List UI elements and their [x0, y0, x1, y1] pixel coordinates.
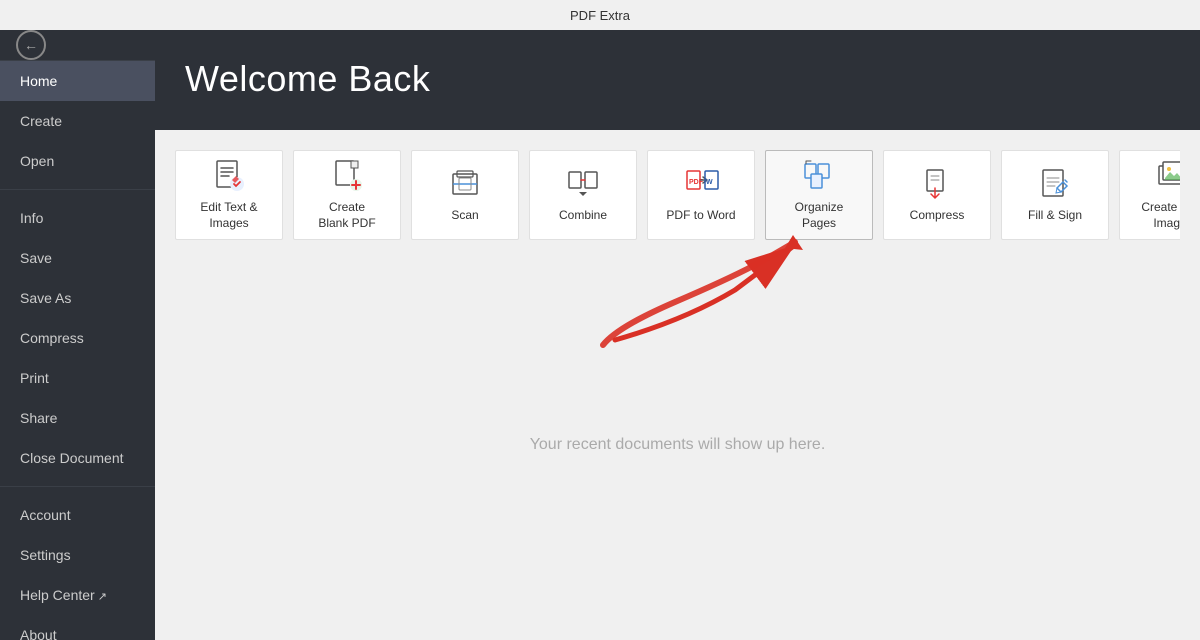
sidebar: ← Home Create Open Info Save Save As Com… — [0, 30, 155, 640]
create-blank-pdf-icon — [329, 158, 365, 194]
fill-sign-label: Fill & Sign — [1028, 208, 1082, 224]
combine-label: Combine — [559, 208, 607, 224]
organize-pages-label: OrganizePages — [795, 200, 844, 231]
title-bar: PDF Extra — [0, 0, 1200, 30]
compress-icon — [919, 166, 955, 202]
sidebar-item-help-center[interactable]: Help Center — [0, 575, 155, 615]
tool-create-from-images[interactable]: Create fromImages — [1119, 150, 1180, 240]
sidebar-item-settings[interactable]: Settings — [0, 535, 155, 575]
pdf-to-word-icon: PDF W — [683, 166, 719, 202]
sidebar-item-info[interactable]: Info — [0, 198, 155, 238]
tools-grid: Edit Text &Images CreateBlank PDF — [175, 150, 1180, 240]
tool-edit-text-images[interactable]: Edit Text &Images — [175, 150, 283, 240]
scan-icon — [447, 166, 483, 202]
create-from-images-icon — [1155, 158, 1180, 194]
sidebar-item-account[interactable]: Account — [0, 495, 155, 535]
recent-empty-text: Your recent documents will show up here. — [530, 436, 826, 454]
main-content: Welcome Back Edit Text &Images — [155, 30, 1200, 640]
scan-label: Scan — [451, 208, 478, 224]
tool-create-blank-pdf[interactable]: CreateBlank PDF — [293, 150, 401, 240]
sidebar-item-save-as[interactable]: Save As — [0, 278, 155, 318]
welcome-title: Welcome Back — [185, 58, 1170, 100]
fill-sign-icon — [1037, 166, 1073, 202]
tool-pdf-to-word[interactable]: PDF W PDF to Word — [647, 150, 755, 240]
sidebar-item-create[interactable]: Create — [0, 101, 155, 141]
combine-icon — [565, 166, 601, 202]
tool-organize-pages[interactable]: OrganizePages — [765, 150, 873, 240]
compress-label: Compress — [910, 208, 965, 224]
tools-area: Edit Text &Images CreateBlank PDF — [155, 130, 1200, 250]
svg-text:W: W — [706, 179, 713, 186]
edit-text-images-label: Edit Text &Images — [200, 200, 257, 231]
back-button[interactable]: ← — [16, 30, 46, 60]
tool-scan[interactable]: Scan — [411, 150, 519, 240]
tool-compress[interactable]: Compress — [883, 150, 991, 240]
back-icon: ← — [24, 37, 38, 53]
sidebar-item-save[interactable]: Save — [0, 238, 155, 278]
recent-area: Your recent documents will show up here. — [155, 250, 1200, 640]
create-blank-pdf-label: CreateBlank PDF — [318, 200, 375, 231]
sidebar-item-compress[interactable]: Compress — [0, 318, 155, 358]
pdf-to-word-label: PDF to Word — [666, 208, 735, 224]
edit-text-images-icon — [211, 158, 247, 194]
tool-fill-sign[interactable]: Fill & Sign — [1001, 150, 1109, 240]
sidebar-item-open[interactable]: Open — [0, 141, 155, 181]
sidebar-item-about[interactable]: About — [0, 615, 155, 640]
tool-combine[interactable]: Combine — [529, 150, 637, 240]
sidebar-item-home[interactable]: Home — [0, 61, 155, 101]
sidebar-item-share[interactable]: Share — [0, 398, 155, 438]
create-from-images-label: Create fromImages — [1141, 200, 1180, 231]
app-name: PDF Extra — [570, 8, 630, 23]
sidebar-back-section: ← — [0, 30, 155, 61]
organize-pages-icon — [801, 158, 837, 194]
welcome-header: Welcome Back — [155, 30, 1200, 130]
sidebar-item-close-document[interactable]: Close Document — [0, 438, 155, 478]
sidebar-item-print[interactable]: Print — [0, 358, 155, 398]
